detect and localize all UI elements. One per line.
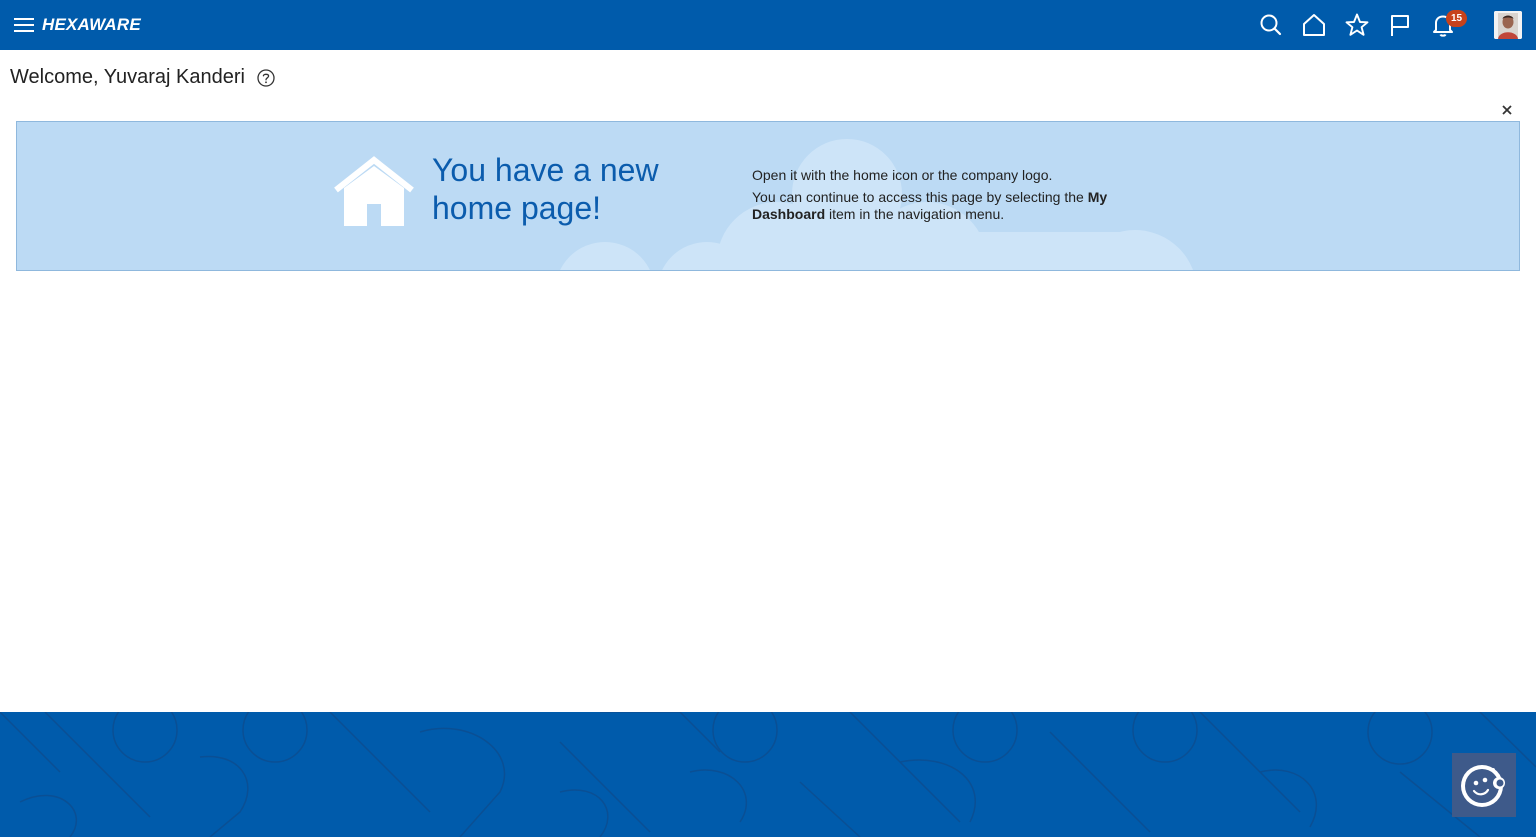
banner-line-2-prefix: You can continue to access this page by … bbox=[752, 189, 1088, 205]
page-footer bbox=[0, 712, 1536, 837]
menu-icon[interactable] bbox=[13, 15, 35, 35]
footer-pattern bbox=[0, 712, 1536, 837]
chatbot-button[interactable] bbox=[1452, 753, 1516, 817]
close-icon[interactable] bbox=[1501, 104, 1513, 116]
notification-badge: 15 bbox=[1446, 10, 1467, 27]
banner-line-1: Open it with the home icon or the compan… bbox=[752, 167, 1053, 183]
flag-icon[interactable] bbox=[1387, 12, 1413, 38]
company-logo[interactable]: HEXAWARE bbox=[42, 15, 141, 35]
chatbot-face-icon bbox=[1461, 765, 1505, 807]
star-icon[interactable] bbox=[1344, 12, 1370, 38]
new-home-page-banner: You have a new home page! Open it with t… bbox=[16, 121, 1520, 271]
help-icon[interactable] bbox=[256, 68, 276, 88]
home-icon[interactable] bbox=[1301, 12, 1327, 38]
search-icon[interactable] bbox=[1258, 12, 1284, 38]
welcome-message: Welcome, Yuvaraj Kanderi bbox=[10, 66, 245, 88]
house-icon bbox=[334, 156, 414, 226]
banner-description: Open it with the home icon or the compan… bbox=[752, 167, 1152, 228]
banner-title: You have a new home page! bbox=[432, 152, 659, 226]
banner-line-2: You can continue to access this page by … bbox=[752, 189, 1152, 223]
top-navigation-bar: HEXAWARE 15 bbox=[0, 0, 1536, 50]
banner-line-2-suffix: item in the navigation menu. bbox=[825, 206, 1005, 222]
user-avatar[interactable] bbox=[1494, 11, 1522, 39]
